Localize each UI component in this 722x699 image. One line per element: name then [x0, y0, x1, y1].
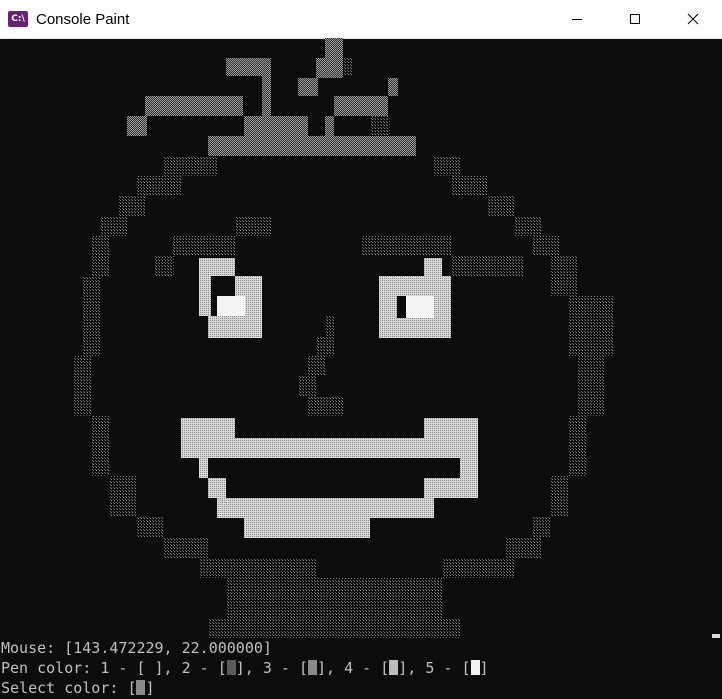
pen-swatch-3 — [308, 660, 317, 675]
pen-option-2[interactable]: 2 - [], — [182, 659, 263, 677]
mouth — [181, 418, 478, 538]
pen-swatch-5 — [470, 660, 480, 675]
title-bar: C:\ Console Paint — [0, 0, 722, 39]
pen-color-line: Pen color: 1 - [], 2 - [], 3 - [], 4 - [… — [0, 658, 722, 678]
paint-canvas[interactable] — [0, 38, 722, 638]
pen-option-key: 5 — [425, 659, 435, 677]
pen-swatch-4 — [389, 660, 399, 675]
pen-option-5[interactable]: 5 - [] — [425, 659, 488, 677]
pen-option-1[interactable]: 1 - [], — [100, 659, 181, 677]
pen-swatch-1 — [145, 660, 155, 675]
minimize-button[interactable] — [548, 0, 606, 38]
window-controls — [548, 0, 722, 38]
mouse-label: Mouse: — [1, 639, 65, 657]
pen-option-key: 1 — [100, 659, 110, 677]
pen-option-3[interactable]: 3 - [], — [263, 659, 344, 677]
pen-option-key: 4 — [344, 659, 354, 677]
nose — [298, 316, 343, 416]
maximize-button[interactable] — [606, 0, 664, 38]
select-color-line: Select color: [] — [1, 679, 155, 697]
window-title: Console Paint — [36, 10, 130, 28]
pen-option-key: 2 — [181, 659, 191, 677]
pen-option-4[interactable]: 4 - [], — [344, 659, 425, 677]
pen-swatch-2 — [226, 660, 236, 675]
status-area: Mouse: [143.472229, 22.000000] Pen color… — [0, 638, 722, 699]
close-icon — [687, 13, 699, 25]
selected-color-swatch — [136, 680, 146, 695]
close-button[interactable] — [664, 0, 722, 38]
mouse-readout: Mouse: [143.472229, 22.000000] — [0, 638, 722, 658]
stem — [127, 38, 416, 156]
maximize-icon — [630, 14, 640, 24]
minimize-icon — [572, 19, 582, 20]
left-eye — [199, 258, 262, 338]
mouse-value: [143.472229, 22.000000] — [64, 639, 272, 657]
console-app-icon: C:\ — [8, 11, 28, 27]
pen-color-label: Pen color: — [1, 659, 101, 677]
drawing — [73, 38, 613, 638]
right-eye — [379, 258, 451, 338]
pen-option-key: 3 — [262, 659, 272, 677]
select-color-label: Select color: — [1, 679, 128, 697]
